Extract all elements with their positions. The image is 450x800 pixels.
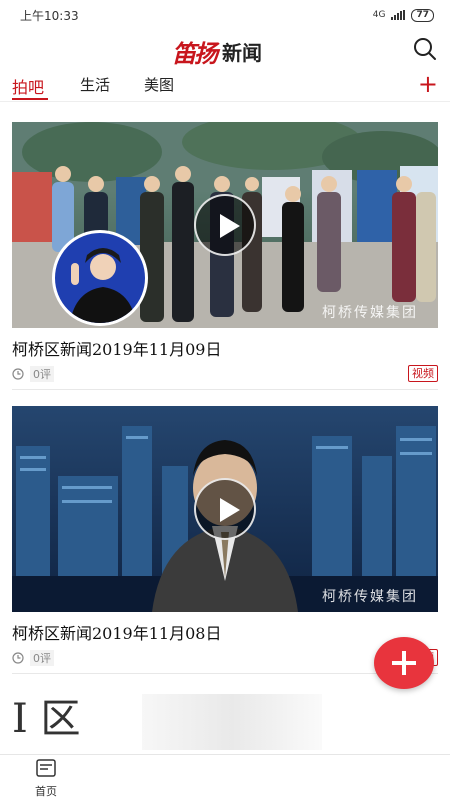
news-title[interactable]: 柯桥区新闻2019年11月09日	[12, 336, 221, 360]
status-bar: 上午10:33 4G 77	[0, 0, 450, 30]
news-card[interactable]: 柯桥传媒集团 柯桥区新闻2019年11月09日 0评 视频	[12, 122, 438, 390]
tab-paiba[interactable]: 拍吧	[12, 74, 44, 98]
clock-icon	[12, 652, 24, 664]
signal-icon	[391, 10, 406, 20]
network-type: 4G	[372, 10, 386, 20]
partial-card-text: I 区	[12, 696, 81, 742]
play-button[interactable]	[194, 478, 256, 540]
nav-home[interactable]: 首页	[28, 759, 64, 799]
battery-indicator: 77	[411, 8, 434, 22]
video-thumbnail[interactable]: 柯桥传媒集团	[12, 122, 438, 328]
tab-shenghuo[interactable]: 生活	[80, 74, 110, 95]
logo-title: 新闻	[222, 41, 262, 65]
add-tab-button[interactable]: +	[418, 72, 438, 96]
logo-brand: 笛扬	[172, 39, 218, 68]
active-tab-indicator	[12, 98, 48, 100]
card-divider	[12, 389, 438, 390]
card-divider	[12, 673, 438, 674]
comment-count: 0评	[30, 366, 54, 382]
tab-meitu[interactable]: 美图	[144, 74, 174, 95]
status-indicators: 4G 77	[372, 8, 434, 22]
comment-count: 0评	[30, 650, 54, 666]
search-button[interactable]	[412, 36, 438, 62]
play-button[interactable]	[194, 194, 256, 256]
home-icon	[36, 759, 56, 777]
news-meta: 0评	[12, 650, 54, 666]
create-post-button[interactable]	[374, 637, 434, 689]
news-meta: 0评	[12, 366, 54, 382]
search-icon	[414, 38, 436, 60]
app-header: 笛扬 新闻	[0, 30, 450, 70]
nav-home-label: 首页	[35, 785, 57, 798]
video-badge: 视频	[408, 365, 438, 382]
category-tabs: 拍吧 生活 美图 +	[0, 70, 450, 102]
clock-icon	[12, 368, 24, 380]
video-thumbnail[interactable]: 柯桥传媒集团	[12, 406, 438, 612]
news-card[interactable]: 柯桥传媒集团 柯桥区新闻2019年11月08日 0评 视频	[12, 406, 438, 674]
news-title[interactable]: 柯桥区新闻2019年11月08日	[12, 620, 221, 644]
app-logo: 笛扬 新闻	[172, 34, 262, 69]
sign-language-inset	[52, 230, 148, 326]
video-watermark: 柯桥传媒集团	[322, 305, 418, 321]
bottom-nav: 首页	[0, 754, 450, 800]
video-watermark: 柯桥传媒集团	[322, 589, 418, 605]
partial-card-image	[142, 694, 322, 750]
status-time: 上午10:33	[20, 8, 79, 23]
